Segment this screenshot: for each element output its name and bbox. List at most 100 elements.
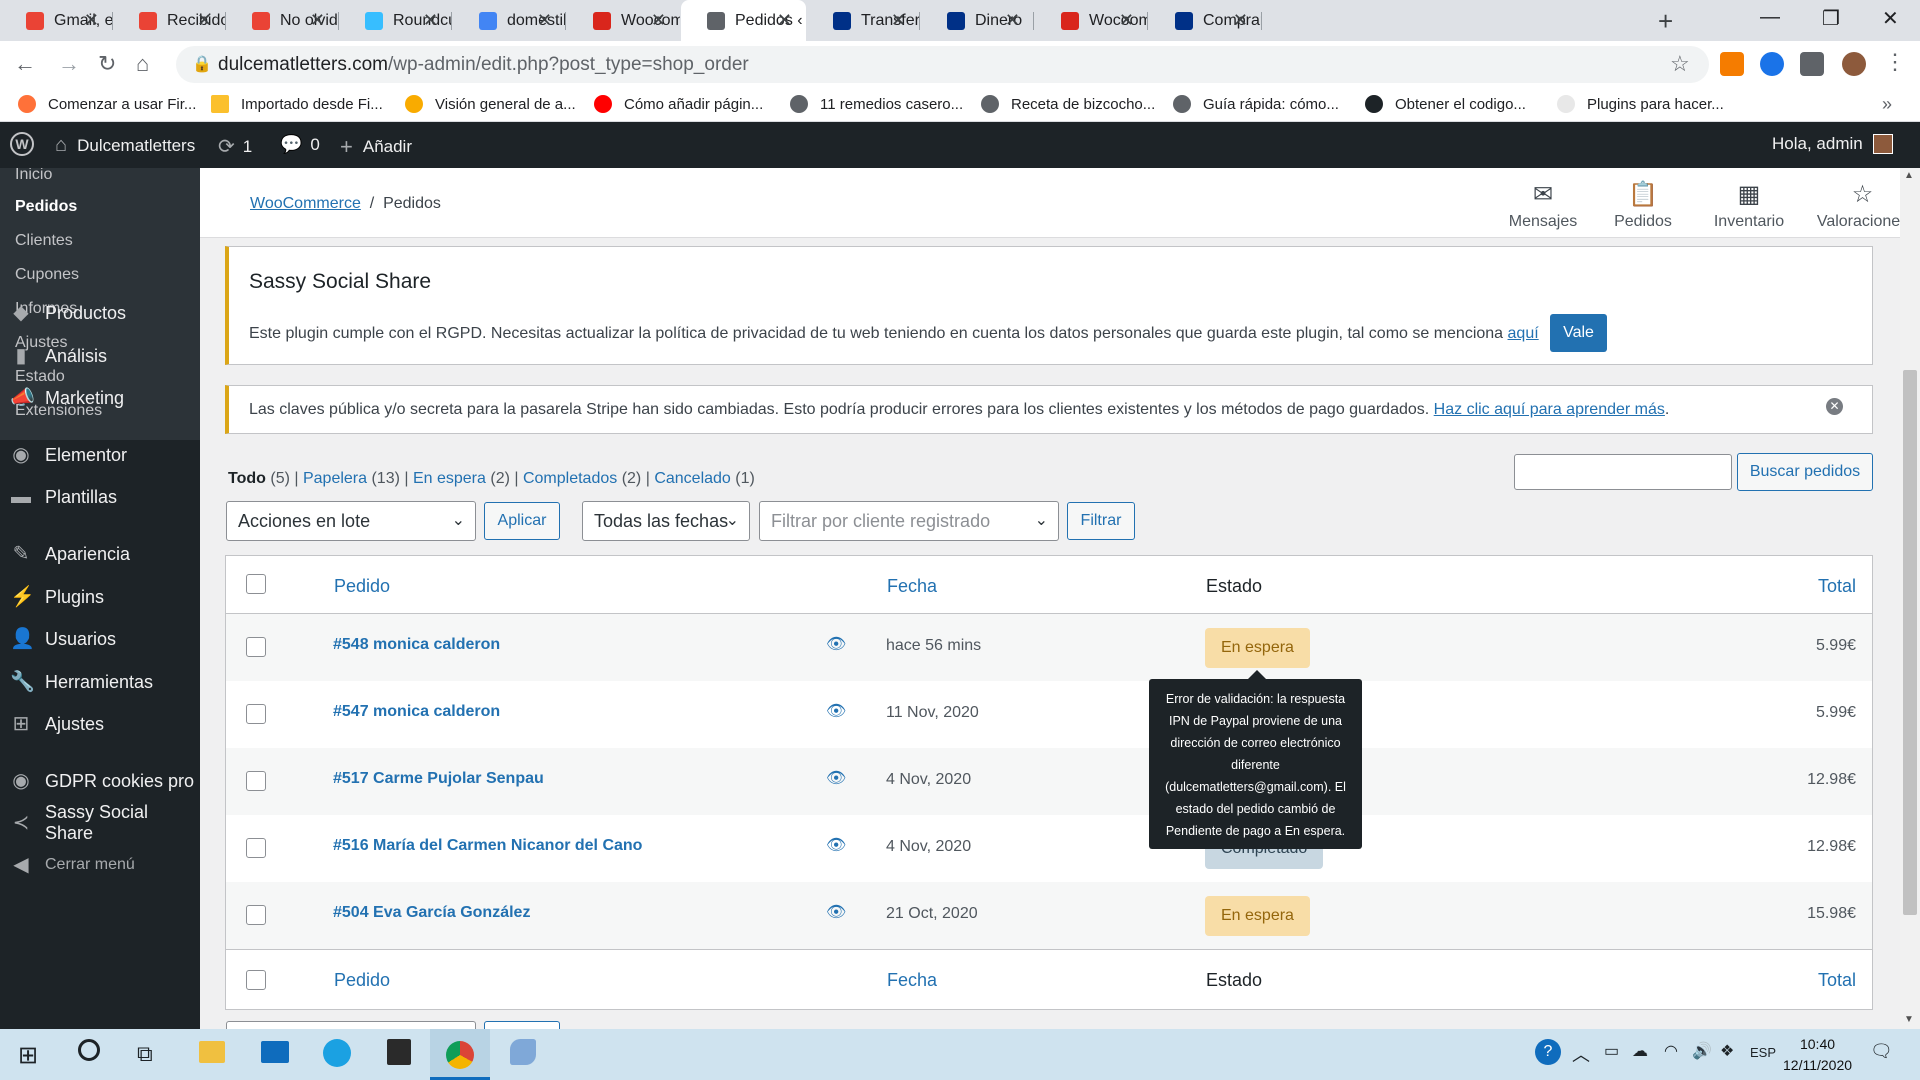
extensions-puzzle-icon[interactable] xyxy=(1800,52,1824,76)
reload-icon[interactable]: ↻ xyxy=(98,51,116,77)
browser-tab[interactable]: Roundcub✕ xyxy=(339,0,452,41)
table-row[interactable]: #548 monica calderon 👁 hace 56 mins En espe… xyxy=(226,614,1872,681)
select-all-checkbox-footer[interactable] xyxy=(246,970,266,990)
sidebar-menu-item[interactable]: ▮ Análisis xyxy=(0,336,200,376)
preview-eye-icon[interactable]: 👁 xyxy=(826,768,846,788)
close-tab-icon[interactable]: ✕ xyxy=(423,10,438,31)
sidebar-menu-item[interactable]: 👤 Usuarios xyxy=(0,619,200,659)
sidebar-menu-item[interactable]: ◉ GDPR cookies pro xyxy=(0,761,200,801)
learn-more-link[interactable]: Haz clic aquí para aprender más xyxy=(1434,401,1665,418)
comments-link[interactable]: 💬 0 xyxy=(280,134,320,155)
close-tab-icon[interactable]: ✕ xyxy=(777,10,792,31)
clock[interactable]: 10:40 12/11/2020 xyxy=(1783,1034,1852,1076)
vale-button[interactable]: Vale xyxy=(1550,314,1607,352)
bookmark-item[interactable]: Receta de bizcocho... xyxy=(981,95,1155,113)
table-row[interactable]: #517 Carme Pujolar Senpau 👁 4 Nov, 2020 12.… xyxy=(226,748,1872,815)
close-tab-icon[interactable]: ✕ xyxy=(310,10,325,31)
select-all-checkbox[interactable] xyxy=(246,574,266,594)
submenu-item[interactable]: Pedidos xyxy=(15,198,77,216)
view-link[interactable]: Papelera xyxy=(303,470,367,487)
windows-start-icon[interactable]: ⊞ xyxy=(18,1041,38,1070)
row-checkbox[interactable] xyxy=(246,637,266,657)
orders-action[interactable]: 📋 Pedidos xyxy=(1593,180,1693,231)
browser-tab[interactable]: Pedidos ‹ ✕ xyxy=(681,0,806,41)
forward-icon[interactable]: → xyxy=(58,51,80,77)
back-icon[interactable]: ← xyxy=(14,51,36,77)
sidebar-menu-item[interactable]: ◆ Productos xyxy=(0,293,200,333)
view-link[interactable]: En espera xyxy=(413,470,486,487)
battery-icon[interactable]: ▭ xyxy=(1604,1041,1619,1061)
scroll-down-icon[interactable]: ▼ xyxy=(1904,1014,1914,1025)
view-link[interactable]: Completados xyxy=(523,470,617,487)
search-icon[interactable] xyxy=(78,1039,100,1061)
sidebar-menu-item[interactable]: 📣 Marketing xyxy=(0,378,200,418)
bookmark-item[interactable]: Visión general de a... xyxy=(405,95,576,113)
browser-tab[interactable]: Transferen✕ xyxy=(807,0,920,41)
volume-icon[interactable]: 🔊 xyxy=(1692,1041,1712,1061)
close-tab-icon[interactable]: ✕ xyxy=(651,10,666,31)
preview-eye-icon[interactable]: 👁 xyxy=(826,902,846,922)
close-tab-icon[interactable]: ✕ xyxy=(84,10,99,31)
browser-tab[interactable]: Dinero ✕ xyxy=(921,0,1034,41)
view-link[interactable]: Cancelado xyxy=(654,470,731,487)
bookmark-item[interactable]: Cómo añadir págin... xyxy=(594,95,763,113)
order-link[interactable]: #516 María del Carmen Nicanor del Cano xyxy=(333,837,642,855)
filter-button[interactable]: Filtrar xyxy=(1067,502,1135,540)
mail-icon[interactable] xyxy=(261,1041,289,1063)
scroll-up-icon[interactable]: ▲ xyxy=(1904,170,1914,181)
close-tab-icon[interactable]: ✕ xyxy=(537,10,552,31)
preview-eye-icon[interactable]: 👁 xyxy=(826,701,846,721)
close-tab-icon[interactable]: ✕ xyxy=(197,10,212,31)
row-checkbox[interactable] xyxy=(246,771,266,791)
sidebar-menu-item[interactable]: ⊞ Ajustes xyxy=(0,704,200,744)
sidebar-menu-item[interactable]: ⚡ Plugins xyxy=(0,577,200,617)
browser-menu-icon[interactable]: ⋮ xyxy=(1884,49,1906,75)
table-row[interactable]: #516 María del Carmen Nicanor del Cano 👁 4… xyxy=(226,815,1872,882)
row-checkbox[interactable] xyxy=(246,838,266,858)
cloud-icon[interactable]: ☁ xyxy=(1632,1041,1648,1061)
date-column-footer[interactable]: Fecha xyxy=(887,970,937,991)
sidebar-menu-item[interactable]: ◉ Elementor xyxy=(0,435,200,475)
browser-tab[interactable]: Wocoome✕ xyxy=(1035,0,1148,41)
browser-tab[interactable]: Gmail, el c✕ xyxy=(0,0,113,41)
extension-analytics-icon[interactable] xyxy=(1720,52,1744,76)
notifications-icon[interactable]: 🗨 xyxy=(1870,1041,1893,1062)
browser-tab[interactable]: No olvide✕ xyxy=(226,0,339,41)
bookmark-item[interactable]: Obtener el codigo... xyxy=(1365,95,1526,113)
order-column-header[interactable]: Pedido xyxy=(334,576,390,597)
bookmark-item[interactable]: Guía rápida: cómo... xyxy=(1173,95,1339,113)
my-account-link[interactable]: Hola, admin xyxy=(1772,134,1893,154)
browser-tab[interactable]: Recibidos✕ xyxy=(113,0,226,41)
profile-avatar[interactable] xyxy=(1842,52,1866,76)
close-tab-icon[interactable]: ✕ xyxy=(891,10,906,31)
date-column-header[interactable]: Fecha xyxy=(887,576,937,597)
maximize-button[interactable]: ❐ xyxy=(1822,6,1840,31)
order-link[interactable]: #548 monica calderon xyxy=(333,636,500,654)
sidebar-menu-item[interactable]: ≺ Sassy Social Share xyxy=(0,802,200,843)
site-name-link[interactable]: ⌂ Dulcematletters xyxy=(55,134,195,157)
language-indicator[interactable]: ESP xyxy=(1750,1045,1776,1060)
bookmark-item[interactable]: Importado desde Fi... xyxy=(211,95,383,113)
bookmark-item[interactable]: 11 remedios casero... xyxy=(790,95,963,113)
more-bookmarks-icon[interactable]: » xyxy=(1882,94,1892,115)
wifi-icon[interactable]: ◠ xyxy=(1664,1041,1678,1061)
bookmark-item[interactable]: Plugins para hacer... xyxy=(1557,95,1724,113)
submenu-item[interactable]: Inicio xyxy=(15,168,52,184)
browser-tab[interactable]: Comprar, ✕ xyxy=(1149,0,1262,41)
close-window-button[interactable]: ✕ xyxy=(1882,6,1899,31)
extension-translate-icon[interactable] xyxy=(1760,52,1784,76)
sidebar-menu-item[interactable]: 🔧 Herramientas xyxy=(0,662,200,702)
scrollbar-thumb[interactable] xyxy=(1903,370,1917,915)
task-view-icon[interactable]: ⧉ xyxy=(137,1041,153,1067)
apply-button[interactable]: Aplicar xyxy=(484,502,560,540)
view-link[interactable]: Todo xyxy=(228,470,266,487)
chevron-up-icon[interactable]: ︿ xyxy=(1572,1041,1590,1067)
preview-eye-icon[interactable]: 👁 xyxy=(826,835,846,855)
add-new-link[interactable]: + Añadir xyxy=(340,134,412,160)
submenu-item[interactable]: Clientes xyxy=(15,232,73,250)
edge-icon[interactable] xyxy=(323,1039,351,1067)
order-link[interactable]: #517 Carme Pujolar Senpau xyxy=(333,770,544,788)
status-badge[interactable]: En espera xyxy=(1205,628,1310,668)
bookmark-item[interactable]: Comenzar a usar Fir... xyxy=(18,95,196,113)
wordpress-logo-icon[interactable]: W xyxy=(10,132,34,156)
